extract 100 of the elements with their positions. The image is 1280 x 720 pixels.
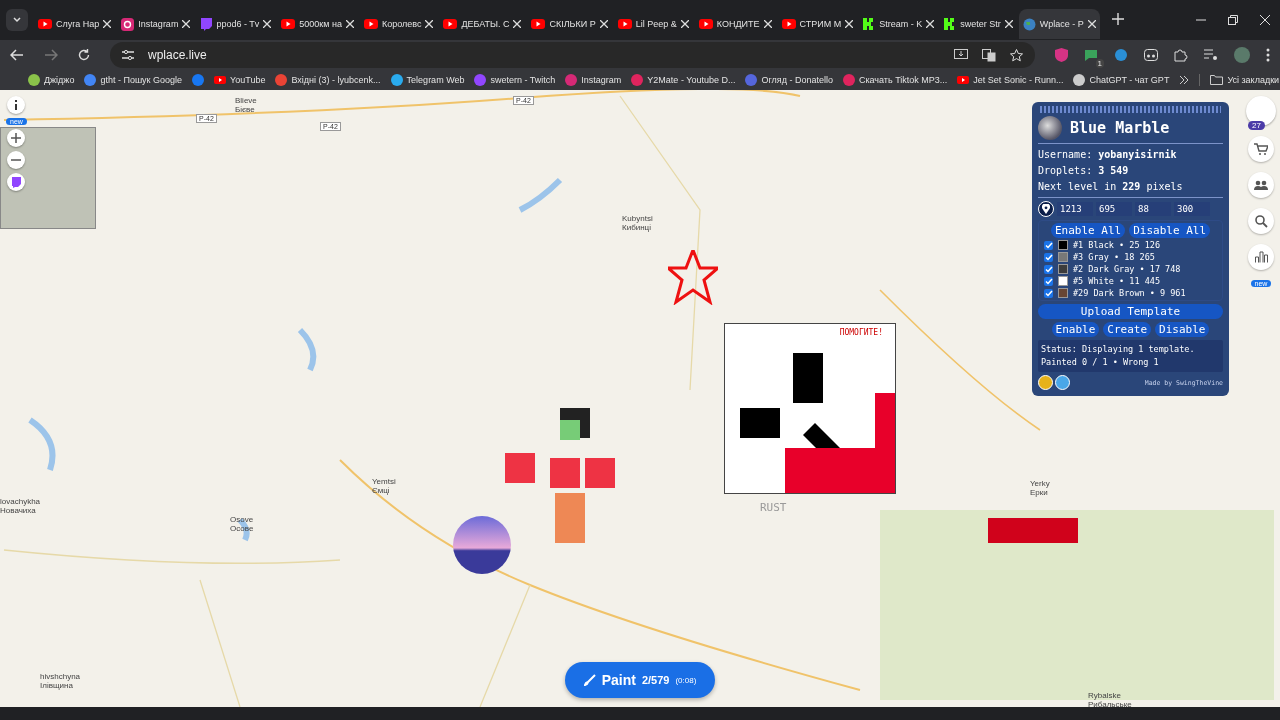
browser-tab[interactable]: КОНДИТЕ xyxy=(694,9,776,39)
address-bar[interactable]: wplace.live xyxy=(110,42,1035,68)
close-icon[interactable] xyxy=(599,20,608,28)
shield-icon[interactable] xyxy=(1055,48,1068,62)
close-icon[interactable] xyxy=(926,20,935,28)
browser-tab[interactable]: 5000км на xyxy=(277,9,358,39)
bookmark[interactable]: swetern - Twitch xyxy=(474,74,556,86)
template-action-button[interactable]: Create xyxy=(1103,322,1152,337)
place-label: Yemtsi xyxy=(372,478,396,487)
browser-tab[interactable]: ppod6 - Tv xyxy=(196,9,276,39)
template-action-button[interactable]: Disable xyxy=(1155,322,1210,337)
browser-tab[interactable]: Слуга Нар xyxy=(34,9,116,39)
close-icon[interactable] xyxy=(182,20,191,28)
leaderboard-button[interactable] xyxy=(1248,244,1274,270)
palette-icon[interactable] xyxy=(1038,375,1053,390)
paint-button[interactable]: Paint 2/579 (0:08) xyxy=(565,662,715,698)
back-arrow-icon[interactable] xyxy=(10,49,24,61)
browser-tab[interactable]: sweter Str xyxy=(940,9,1017,39)
info-button[interactable] xyxy=(7,96,26,114)
status-text-area[interactable]: Status: Displaying 1 template. Painted 0 / 1 • Wrong 1 xyxy=(1038,340,1223,372)
bookmark[interactable]: gtht - Пошук Google xyxy=(84,74,183,86)
browser-tab[interactable]: ДЕБАТЫ. С xyxy=(439,9,526,39)
bookmark[interactable]: Jet Set Sonic - Runn... xyxy=(957,74,1064,86)
puzzle-icon[interactable] xyxy=(1174,48,1188,62)
disable-all-button[interactable]: Disable All xyxy=(1129,223,1211,238)
template-action-button[interactable]: Enable xyxy=(1051,322,1100,337)
search-button[interactable] xyxy=(1248,208,1274,234)
browser-tab[interactable]: СКІЛЬКИ Р xyxy=(527,9,612,39)
bookmark[interactable]: Вхідні (3) - lyubcenk... xyxy=(275,74,381,86)
chat-bubble-icon xyxy=(11,176,22,188)
checkbox[interactable] xyxy=(1044,288,1053,298)
site-favicon-icon xyxy=(275,74,288,86)
checkbox[interactable] xyxy=(1044,240,1053,250)
bookmark[interactable]: Огляд - Donatello xyxy=(745,74,833,86)
coordinate-field[interactable]: 88 xyxy=(1135,202,1171,216)
site-favicon-icon xyxy=(565,74,578,86)
close-icon[interactable] xyxy=(680,20,689,28)
location-pin-button[interactable] xyxy=(1038,201,1054,217)
browser-tab[interactable]: Instagram xyxy=(117,9,195,39)
bookmark[interactable]: Y2Mate - Youtube D... xyxy=(631,74,736,86)
checkbox[interactable] xyxy=(1044,264,1053,274)
panel-title: Blue Marble xyxy=(1070,119,1170,137)
people-button[interactable] xyxy=(1248,172,1274,198)
close-icon[interactable] xyxy=(1260,15,1270,25)
browser-tab[interactable]: Wplace - P xyxy=(1018,9,1100,39)
enable-all-button[interactable]: Enable All xyxy=(1050,223,1126,238)
checkbox[interactable] xyxy=(1044,252,1053,262)
chat-icon[interactable] xyxy=(1084,48,1098,62)
forward-arrow-icon[interactable] xyxy=(44,49,58,61)
close-icon[interactable] xyxy=(513,20,522,28)
browser-tab[interactable]: Королевс xyxy=(359,9,438,39)
browser-tab[interactable]: Lil Peep & xyxy=(613,9,693,39)
bookmark[interactable]: YouTube xyxy=(214,74,266,86)
bookmark[interactable]: Джіджо xyxy=(28,74,75,86)
chevron-double-icon[interactable] xyxy=(1179,75,1190,85)
place-label: Osove xyxy=(230,516,254,525)
close-icon[interactable] xyxy=(1087,20,1096,28)
more-icon[interactable] xyxy=(1266,48,1270,62)
close-icon[interactable] xyxy=(845,20,854,28)
globe-button[interactable] xyxy=(1055,375,1070,390)
star-icon[interactable] xyxy=(1010,48,1023,62)
close-icon[interactable] xyxy=(425,20,434,28)
install-icon[interactable] xyxy=(954,49,968,61)
place-label: lovachykha xyxy=(0,498,41,507)
reload-icon[interactable] xyxy=(78,49,90,61)
store-button[interactable] xyxy=(1248,136,1274,162)
site-favicon-icon xyxy=(631,74,644,86)
browser-tab[interactable]: СТРИМ М xyxy=(777,9,858,39)
profile-avatar[interactable] xyxy=(1234,47,1250,63)
upload-template-button[interactable]: Upload Template xyxy=(1038,304,1223,319)
browser-tab[interactable]: Stream - K xyxy=(859,9,939,39)
close-icon[interactable] xyxy=(345,20,354,28)
site-settings-icon[interactable] xyxy=(122,50,134,60)
bookmark[interactable] xyxy=(192,74,205,86)
drag-handle[interactable] xyxy=(1040,106,1221,113)
coordinate-field[interactable]: 300 xyxy=(1174,202,1210,216)
checkbox[interactable] xyxy=(1044,276,1053,286)
bookmark[interactable]: Telegram Web xyxy=(390,74,465,86)
translate-icon[interactable] xyxy=(982,48,996,62)
restore-icon[interactable] xyxy=(1228,15,1238,25)
play-icon xyxy=(38,19,52,29)
coordinate-field[interactable]: 695 xyxy=(1096,202,1132,216)
site-favicon-icon xyxy=(84,74,97,86)
all-bookmarks-folder[interactable]: Усі закладки xyxy=(1210,75,1280,85)
media-list-icon[interactable] xyxy=(1204,49,1218,61)
close-icon[interactable] xyxy=(763,20,772,28)
mask-icon[interactable] xyxy=(1144,49,1158,61)
coordinate-field[interactable]: 1213 xyxy=(1057,202,1093,216)
bookmark[interactable]: ChatGPT - чат GPT xyxy=(1073,74,1170,86)
chat-bubble-icon xyxy=(200,17,213,31)
close-icon[interactable] xyxy=(1004,20,1013,28)
play-icon xyxy=(617,19,632,29)
bookmark[interactable]: Скачать Tiktok MP3... xyxy=(842,74,948,86)
close-icon[interactable] xyxy=(103,20,112,28)
tab-search-button[interactable] xyxy=(6,9,28,31)
chevron-down-icon xyxy=(12,15,22,25)
bookmark[interactable]: Instagram xyxy=(565,74,622,86)
site-favicon-icon xyxy=(28,74,40,86)
close-icon[interactable] xyxy=(263,20,272,28)
planet-icon[interactable] xyxy=(1114,48,1128,62)
